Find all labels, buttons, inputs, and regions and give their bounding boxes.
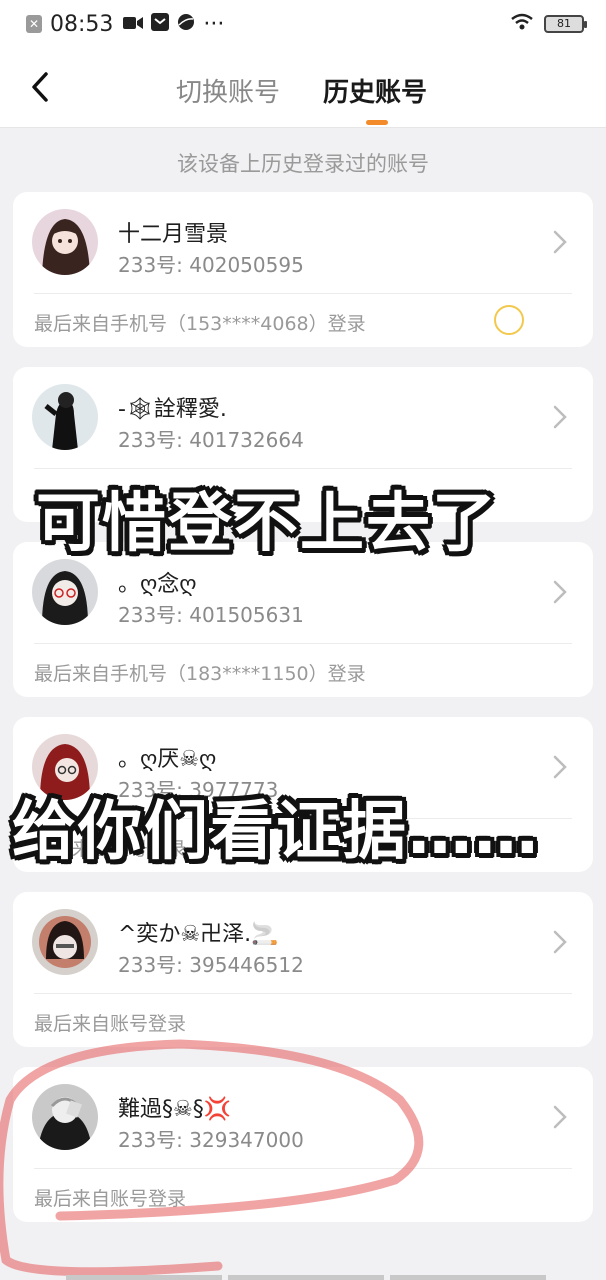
overlay-caption: 给你们看证据…… [12, 795, 540, 869]
last-login-info: 最后来自账号登录 [34, 1013, 187, 1035]
bottom-indicator [66, 1275, 546, 1280]
avatar [32, 559, 98, 625]
active-tab-indicator [366, 120, 388, 125]
divider [34, 1168, 572, 1169]
nav-header: 切换账号 历史账号 [0, 48, 606, 128]
chevron-right-icon [553, 405, 567, 429]
avatar [32, 384, 98, 450]
back-button[interactable] [26, 70, 56, 104]
wifi-icon [510, 12, 534, 37]
last-login-info: 最后来自手机号（153****4068）登录 [34, 313, 366, 335]
account-card[interactable]: ^奕か☠卍泽.🚬 233号: 395446512 最后来自账号登录 [13, 892, 593, 1047]
touch-indicator [494, 305, 524, 335]
tab-history-account[interactable]: 历史账号 [323, 72, 427, 109]
tab-switch-account[interactable]: 切换账号 [176, 72, 280, 109]
divider [34, 468, 572, 469]
account-id: 233号: 401732664 [118, 428, 304, 452]
account-id: 233号: 402050595 [118, 253, 304, 277]
account-name: 難過§☠§💢 [118, 1097, 232, 1122]
account-id: 233号: 329347000 [118, 1128, 304, 1152]
more-status-icon: ··· [203, 11, 225, 37]
battery-icon: 81 [544, 15, 587, 33]
status-bar: ✕ 08:53 ··· 81 [0, 0, 606, 48]
chevron-right-icon [553, 1105, 567, 1129]
account-name: ^奕か☠卍泽.🚬 [118, 922, 279, 947]
divider [34, 993, 572, 994]
planet-icon [177, 12, 195, 37]
chevron-right-icon [553, 755, 567, 779]
account-name: 十二月雪景 [118, 222, 229, 247]
video-icon [123, 12, 144, 37]
overlay-caption: 可惜登不上去了 [36, 487, 498, 561]
chevron-right-icon [553, 230, 567, 254]
chevron-right-icon [553, 930, 567, 954]
avatar [32, 209, 98, 275]
divider [34, 643, 572, 644]
close-notification-icon: ✕ [26, 15, 42, 33]
account-id: 233号: 395446512 [118, 953, 304, 977]
account-card[interactable]: 難過§☠§💢 233号: 329347000 最后来自账号登录 [13, 1067, 593, 1222]
account-name: 。ღ厌☠ღ [118, 747, 217, 772]
last-login-info: 最后来自手机号（183****1150）登录 [34, 663, 366, 685]
account-name: 。ღ念ღ [118, 572, 197, 597]
last-login-info: 最后来自账号登录 [34, 1188, 187, 1210]
account-name: -🕸詮釋愛. [118, 397, 227, 422]
message-icon [151, 12, 170, 37]
avatar [32, 1084, 98, 1150]
status-time: 08:53 [50, 11, 114, 37]
avatar [32, 909, 98, 975]
divider [34, 293, 572, 294]
chevron-right-icon [553, 580, 567, 604]
account-card[interactable]: 。ღ念ღ 233号: 401505631 最后来自手机号（183****1150… [13, 542, 593, 697]
account-id: 233号: 401505631 [118, 603, 304, 627]
page-subtitle: 该设备上历史登录过的账号 [177, 152, 429, 176]
back-arrow-icon [32, 72, 48, 102]
